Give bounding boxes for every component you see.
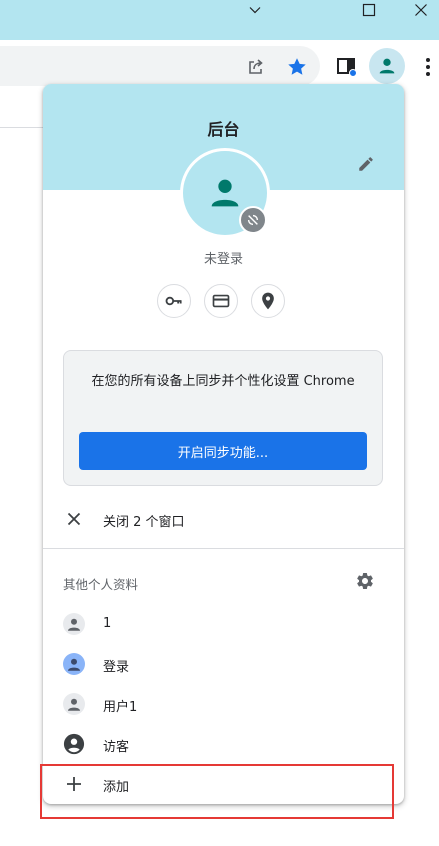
profile-item-label: 访客 [103, 740, 130, 755]
other-profiles-title: 其他个人资料 [63, 577, 139, 592]
guest-icon [63, 733, 85, 755]
person-icon [63, 693, 85, 715]
profile-item-sign-in[interactable]: 登录 [43, 646, 404, 682]
chevron-down-icon[interactable] [232, 0, 278, 20]
key-icon[interactable] [157, 284, 191, 318]
profile-menu: 后台 未登录 在您的所有设备上同步并个性化设置 Chrome 开启同步功能...… [43, 84, 404, 804]
share-icon[interactable] [244, 55, 268, 79]
location-pin-icon[interactable] [251, 284, 285, 318]
profile-name: 后台 [207, 120, 240, 139]
turn-on-sync-button[interactable]: 开启同步功能... [79, 432, 367, 470]
sync-off-icon [239, 206, 267, 234]
maximize-icon[interactable] [346, 0, 392, 20]
more-vert-icon[interactable] [418, 54, 438, 80]
section-divider [43, 548, 404, 549]
profile-item-guest[interactable]: 访客 [43, 726, 404, 762]
profile-item-label: 登录 [103, 660, 130, 675]
profile-item-label: 1 [103, 616, 112, 631]
sign-in-status: 未登录 [203, 252, 243, 267]
edit-icon[interactable] [352, 150, 380, 178]
profile-item-user1[interactable]: 用户1 [43, 686, 404, 722]
close-icon[interactable] [402, 0, 439, 20]
person-icon [63, 613, 85, 635]
close-windows-label: 关闭 2 个窗口 [103, 515, 185, 530]
close-x-icon [63, 508, 85, 530]
person-icon [63, 653, 85, 675]
close-windows-button[interactable]: 关闭 2 个窗口 [43, 502, 404, 536]
bookmark-star-icon[interactable] [285, 55, 309, 79]
title-bar [0, 0, 439, 40]
gear-icon[interactable] [354, 570, 376, 592]
sync-promo-card: 在您的所有设备上同步并个性化设置 Chrome 开启同步功能... [63, 350, 383, 486]
omnibox[interactable] [0, 46, 320, 86]
highlight-box [40, 764, 394, 819]
credit-card-icon[interactable] [204, 284, 238, 318]
page-divider [0, 127, 46, 128]
profile-item-label: 用户1 [103, 700, 138, 715]
side-panel-icon[interactable] [334, 54, 360, 80]
sync-prompt: 在您的所有设备上同步并个性化设置 Chrome [91, 374, 355, 389]
profile-item-1[interactable]: 1 [43, 606, 404, 642]
profile-avatar-icon[interactable] [369, 48, 405, 84]
